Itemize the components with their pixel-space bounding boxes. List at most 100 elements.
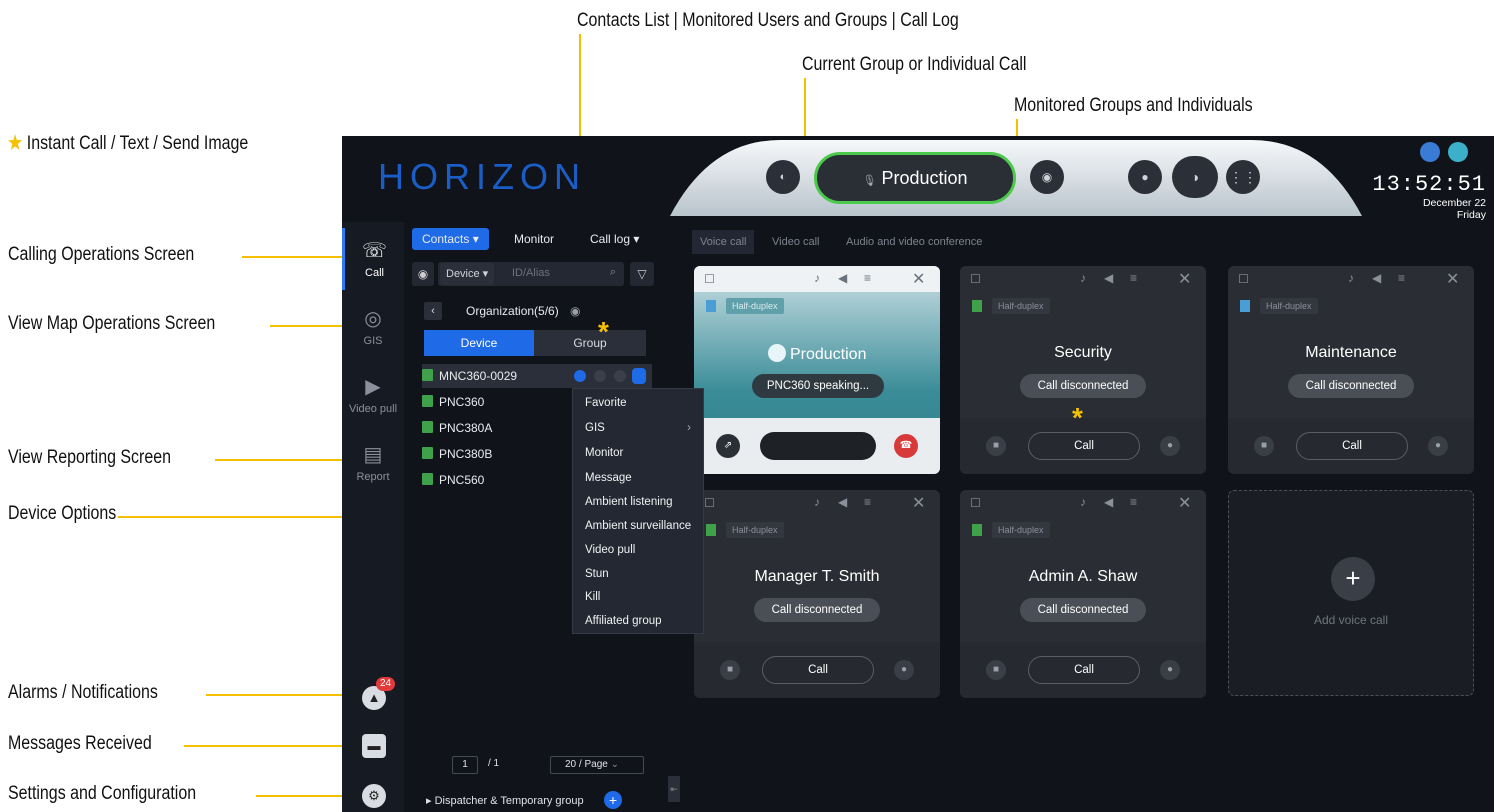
- rail-video-pull[interactable]: ▶ Video pull: [342, 364, 404, 426]
- chat-icon[interactable]: ●: [1428, 436, 1448, 456]
- chat-icon[interactable]: ●: [894, 660, 914, 680]
- hangup-icon[interactable]: ☎: [894, 434, 918, 458]
- add-group-icon[interactable]: +: [604, 791, 622, 809]
- device-icon: [706, 524, 716, 536]
- more-options-icon[interactable]: [632, 368, 646, 384]
- mic-icon[interactable]: ♪: [1080, 495, 1086, 509]
- list-item[interactable]: MNC360-0029: [422, 364, 652, 388]
- page-size-select[interactable]: 20 / Page ⌄: [550, 756, 644, 774]
- collapse-panel-icon[interactable]: ⇤: [668, 776, 680, 802]
- menu-item-affiliated-group[interactable]: Affiliated group: [585, 615, 662, 627]
- video-icon[interactable]: ■: [986, 660, 1006, 680]
- menu-item-video-pull[interactable]: Video pull: [585, 544, 635, 556]
- call-status: Call disconnected: [754, 598, 880, 622]
- call-button[interactable]: Call: [1028, 432, 1140, 460]
- menu-icon[interactable]: ≡: [1130, 495, 1137, 509]
- dialpad-icon[interactable]: ⋮⋮: [1226, 160, 1260, 194]
- card-header: ☐ ♪ ◀ ≡ ✕: [694, 490, 940, 516]
- page-input[interactable]: 1: [452, 756, 478, 774]
- search-icon[interactable]: ⌕: [610, 266, 616, 279]
- call-button[interactable]: Call: [762, 656, 874, 684]
- close-icon[interactable]: ✕: [1446, 269, 1459, 289]
- search-input[interactable]: ID/Alias: [512, 267, 550, 279]
- rail-call[interactable]: ☏ Call: [342, 228, 404, 290]
- close-icon[interactable]: ✕: [912, 493, 925, 513]
- mic-icon[interactable]: ♪: [1080, 271, 1086, 285]
- alarm-icon[interactable]: ▲ 24: [362, 677, 396, 710]
- menu-item-favorite[interactable]: Favorite: [585, 397, 627, 409]
- plus-icon[interactable]: +: [1331, 557, 1375, 601]
- menu-item-kill[interactable]: Kill: [585, 591, 600, 603]
- menu-item-gis[interactable]: GIS ›: [585, 422, 691, 434]
- close-icon[interactable]: ✕: [1178, 493, 1191, 513]
- menu-item-stun[interactable]: Stun: [585, 568, 609, 580]
- rail-report[interactable]: ▤ Report: [342, 432, 404, 494]
- menu-icon[interactable]: ≡: [1130, 271, 1137, 285]
- volume-icon[interactable]: ◀: [838, 495, 847, 509]
- card-header: ☐ ♪ ◀ ≡ ✕: [1228, 266, 1474, 292]
- group-chat-icon[interactable]: ◉: [1030, 160, 1064, 194]
- chat-icon[interactable]: ●: [1160, 660, 1180, 680]
- phone-icon[interactable]: [594, 370, 606, 382]
- location-icon[interactable]: ◉: [412, 262, 434, 286]
- current-call-capsule[interactable]: 🎙 Production: [814, 152, 1016, 204]
- mute-icon[interactable]: ◐: [766, 160, 800, 194]
- leader-line: [256, 795, 342, 797]
- menu-item-monitor[interactable]: Monitor: [585, 447, 623, 459]
- tab-call-log[interactable]: Call log ▾: [580, 228, 649, 250]
- tab-av-conference[interactable]: Audio and video conference: [838, 230, 990, 254]
- close-icon[interactable]: ✕: [1178, 269, 1191, 289]
- mic-icon[interactable]: ♪: [814, 495, 820, 509]
- back-icon[interactable]: ‹: [424, 302, 442, 320]
- star-icon: *: [598, 316, 609, 347]
- leader-line: [206, 694, 342, 696]
- video-icon[interactable]: ■: [986, 436, 1006, 456]
- volume-icon[interactable]: ◀: [1104, 271, 1113, 285]
- star-icon: *: [1072, 402, 1083, 433]
- tab-contacts[interactable]: Contacts ▾: [412, 228, 489, 250]
- menu-item-ambient-listening[interactable]: Ambient listening: [585, 496, 673, 508]
- ptt-mic-icon[interactable]: ●: [1128, 160, 1162, 194]
- menu-item-ambient-surveillance[interactable]: Ambient surveillance: [585, 520, 691, 532]
- settings-icon[interactable]: ⚙: [362, 784, 386, 808]
- forward-icon[interactable]: ⇗: [716, 434, 740, 458]
- ptt-button[interactable]: [760, 432, 876, 460]
- video-icon[interactable]: [614, 370, 626, 382]
- datetime: 13:52:51 December 22 Friday: [1372, 172, 1486, 221]
- add-voice-call-label: Add voice call: [1313, 613, 1389, 627]
- callout-contacts-monitor-calllog: Contacts List | Monitored Users and Grou…: [577, 10, 959, 31]
- volume-icon[interactable]: ◀: [838, 271, 847, 285]
- seg-group[interactable]: Group: [534, 330, 646, 356]
- call-button[interactable]: Call: [1028, 656, 1140, 684]
- dispatcher-group[interactable]: ▸ Dispatcher & Temporary group: [426, 794, 584, 807]
- mic-icon[interactable]: ♪: [1348, 271, 1354, 285]
- device-icon: [422, 447, 433, 459]
- close-icon[interactable]: ✕: [912, 269, 925, 289]
- call-button[interactable]: Call: [1296, 432, 1408, 460]
- speaker-icon[interactable]: ◑: [1172, 156, 1218, 198]
- tab-video-call[interactable]: Video call: [764, 230, 828, 254]
- message-icon[interactable]: ▬: [362, 734, 386, 758]
- volume-icon[interactable]: ◀: [1104, 495, 1113, 509]
- tab-monitor[interactable]: Monitor: [504, 228, 564, 250]
- mic-icon[interactable]: ♪: [814, 271, 820, 285]
- search-type-select[interactable]: Device ▾: [440, 263, 495, 285]
- add-voice-call-card[interactable]: + Add voice call: [1228, 490, 1474, 696]
- eye-icon[interactable]: ◉: [570, 304, 580, 318]
- rail-gis[interactable]: ◎ GIS: [342, 296, 404, 358]
- seg-device[interactable]: Device: [424, 330, 534, 356]
- menu-icon[interactable]: ≡: [1398, 271, 1405, 285]
- window-icon: ☐: [704, 272, 715, 286]
- menu-item-message[interactable]: Message: [585, 472, 632, 484]
- video-icon[interactable]: ■: [1254, 436, 1274, 456]
- menu-icon[interactable]: ≡: [864, 495, 871, 509]
- video-icon[interactable]: ■: [720, 660, 740, 680]
- mode-tag: Half-duplex: [726, 298, 784, 314]
- device-icon: [972, 300, 982, 312]
- filter-icon[interactable]: ▽: [630, 262, 654, 286]
- tab-voice-call[interactable]: Voice call: [692, 230, 755, 254]
- call-icon[interactable]: [574, 370, 586, 382]
- chat-icon[interactable]: ●: [1160, 436, 1180, 456]
- menu-icon[interactable]: ≡: [864, 271, 871, 285]
- volume-icon[interactable]: ◀: [1372, 271, 1381, 285]
